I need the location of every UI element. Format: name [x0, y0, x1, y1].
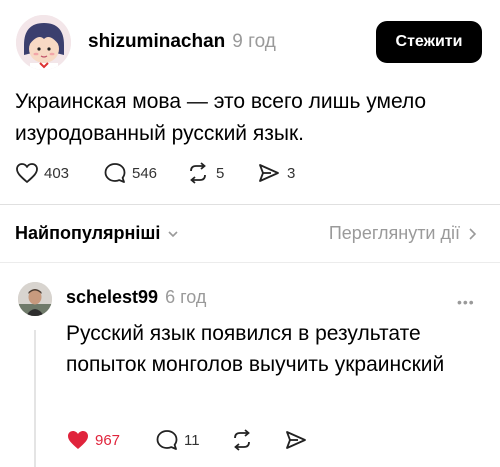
comment-like-count: 967 [95, 431, 121, 449]
divider [0, 204, 500, 205]
divider [0, 262, 500, 263]
author-username[interactable]: shizuminachan [88, 31, 225, 53]
heart-icon [16, 163, 38, 183]
more-options-icon[interactable]: ••• [457, 294, 475, 310]
comment-repost-action[interactable] [230, 429, 254, 451]
comment-time: 6 год [165, 287, 207, 307]
repost-count: 5 [216, 164, 225, 182]
view-activity-link[interactable]: Переглянути дії [329, 223, 478, 244]
activity-label: Переглянути дії [328, 223, 460, 243]
repost-action[interactable]: 5 [186, 162, 224, 184]
share-count: 3 [287, 164, 296, 182]
post-time: 9 год [232, 31, 276, 52]
comment-action[interactable]: 546 [103, 162, 157, 184]
chevron-right-icon [469, 227, 477, 240]
like-count: 403 [44, 164, 70, 182]
sort-dropdown[interactable]: Найпопулярніші [15, 223, 180, 244]
comment-count: 546 [132, 164, 158, 182]
like-action[interactable]: 403 [15, 162, 69, 184]
repost-icon [234, 429, 250, 451]
repost-icon [190, 162, 206, 184]
comment-reply-count: 11 [184, 431, 200, 449]
author-avatar[interactable] [16, 15, 71, 70]
comment-reply-action[interactable]: 11 [155, 429, 200, 451]
post-text: Украинская мова — это всего лишь умело и… [15, 90, 427, 145]
share-icon [286, 431, 306, 449]
commenter-username[interactable]: schelest99 [66, 287, 158, 308]
heart-filled-icon [68, 431, 88, 449]
share-action[interactable]: 3 [257, 162, 295, 184]
comment-icon [156, 430, 178, 450]
commenter-avatar[interactable] [18, 282, 52, 316]
follow-button[interactable]: Стежити [376, 21, 482, 63]
comment-text: Русский язык появился в результате попыт… [66, 322, 445, 376]
sort-label: Найпопулярніші [15, 223, 161, 243]
thread-line [34, 330, 36, 467]
chevron-down-icon [168, 230, 178, 237]
share-icon [259, 164, 279, 182]
comment-like-action[interactable]: 967 [66, 429, 120, 451]
comment-share-action[interactable] [284, 429, 308, 451]
comment-icon [104, 163, 126, 183]
